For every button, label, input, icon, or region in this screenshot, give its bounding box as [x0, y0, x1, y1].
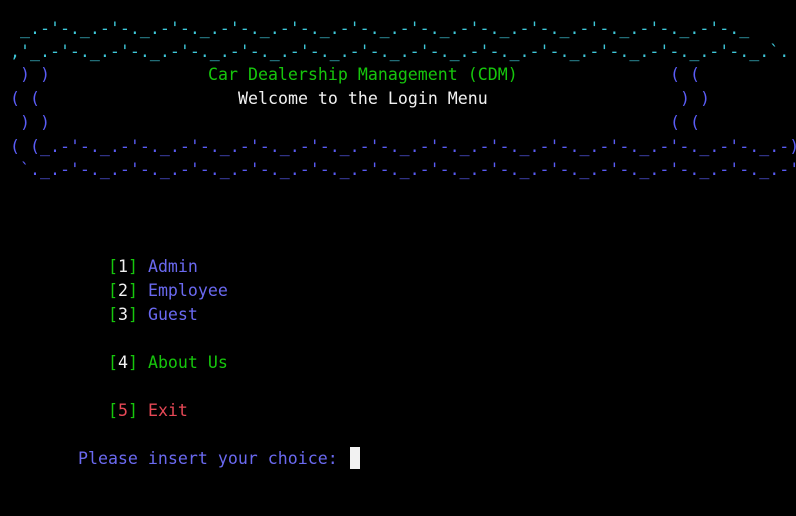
bracket-close: ]	[127, 401, 138, 420]
menu-item-admin[interactable]: [1] Admin	[48, 231, 198, 276]
banner-side-right: ( (	[670, 113, 700, 132]
banner-top-border-2: ,'_.-'-._.-'-._.-'-._.-'-._.-'-._.-'-._.…	[0, 42, 796, 61]
prompt-label: Please insert your choice:	[77, 449, 348, 468]
banner-side-left: ) )	[10, 65, 50, 84]
menu-item-label: About Us	[147, 353, 228, 372]
banner-side-right: ) )	[680, 89, 710, 108]
bracket-open: [	[107, 353, 118, 372]
banner-subtitle: Welcome to the Login Menu	[238, 89, 488, 108]
banner-bottom-border-1: ( (_.-'-._.-'-._.-'-._.-'-._.-'-._.-'-._…	[10, 137, 796, 156]
menu-item-exit[interactable]: [5] Exit	[48, 375, 188, 420]
menu-item-guest[interactable]: [3] Guest	[48, 279, 198, 324]
menu-item-label: Guest	[147, 305, 198, 324]
banner-side-right: ( (	[670, 65, 700, 84]
banner-side-left: ( (	[10, 89, 40, 108]
bracket-open: [	[107, 305, 118, 324]
banner-top-border-1: _.-'-._.-'-._.-'-._.-'-._.-'-._.-'-._.-'…	[0, 19, 750, 38]
bracket-close: ]	[127, 305, 138, 324]
menu-item-label: Exit	[147, 401, 188, 420]
banner-side-left: ) )	[10, 113, 50, 132]
menu-item-key: 5	[117, 401, 128, 420]
bracket-open: [	[107, 401, 118, 420]
menu-item-employee[interactable]: [2] Employee	[48, 255, 228, 300]
banner-title: Car Dealership Management (CDM)	[208, 65, 518, 84]
menu-item-key: 4	[117, 353, 128, 372]
banner-bottom-border-2: `._.-'-._.-'-._.-'-._.-'-._.-'-._.-'-._.…	[0, 160, 796, 179]
menu-item-about-us[interactable]: [4] About Us	[48, 327, 228, 372]
text-cursor[interactable]	[349, 447, 360, 469]
bracket-close: ]	[127, 353, 138, 372]
menu-item-key: 3	[117, 305, 128, 324]
choice-prompt[interactable]: Please insert your choice:	[38, 423, 360, 469]
